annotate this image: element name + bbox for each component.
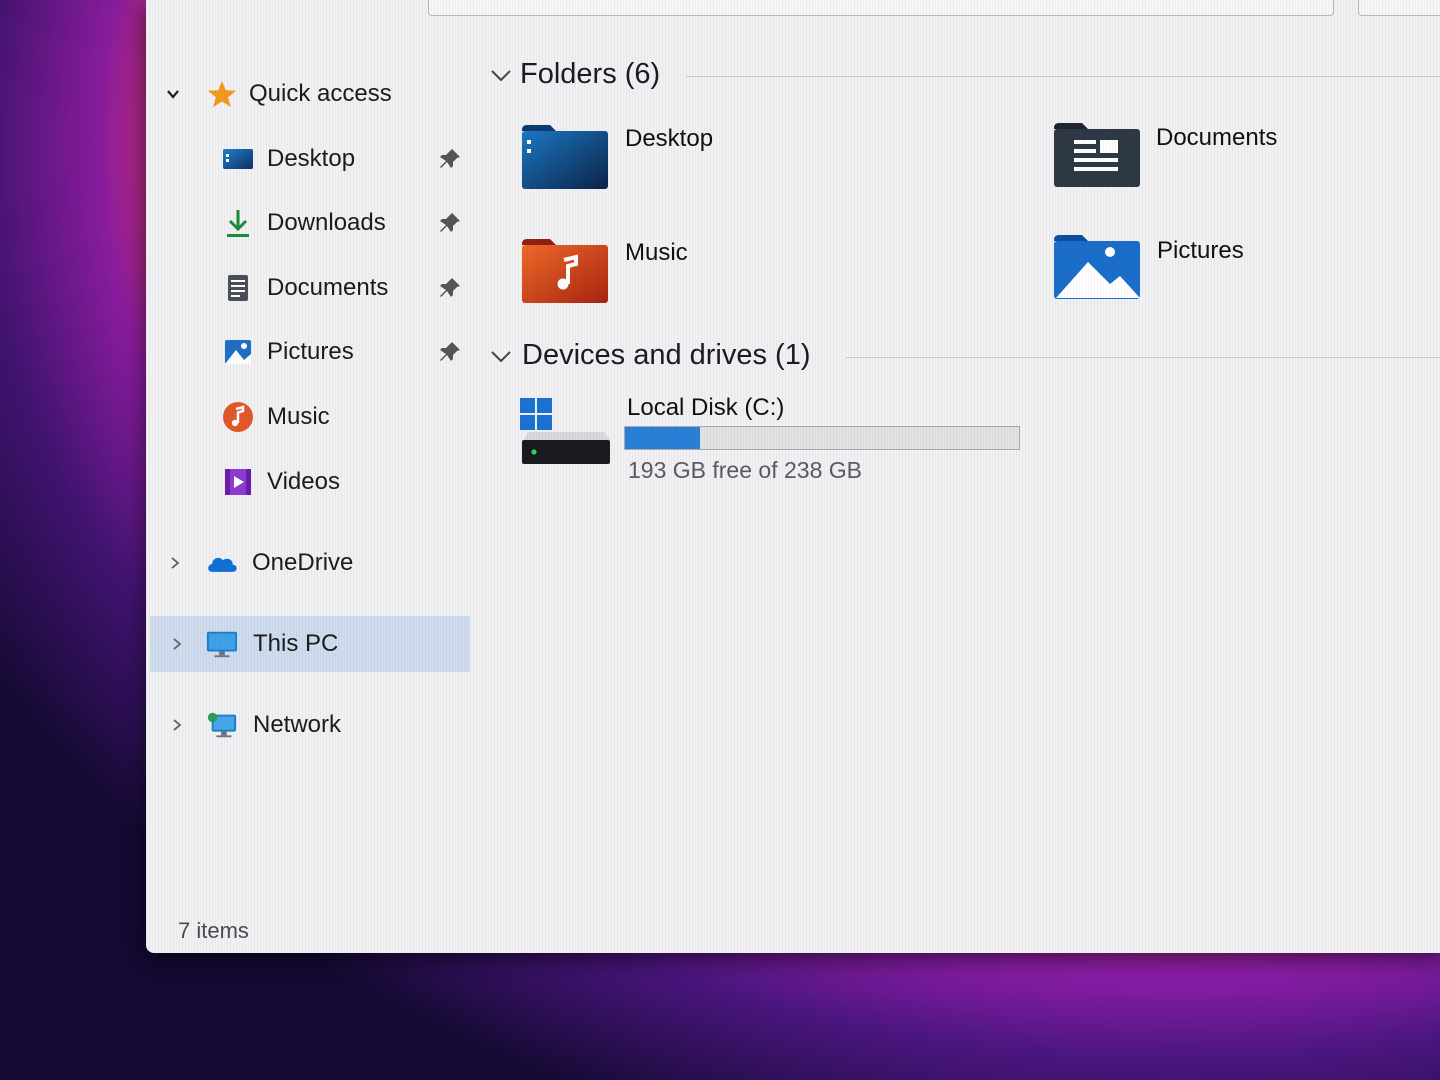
sidebar-item-videos[interactable]: Videos: [146, 458, 470, 506]
section-divider: [846, 357, 1440, 358]
drive-free-space: 193 GB free of 238 GB: [628, 457, 862, 483]
music-folder-icon: [520, 236, 610, 311]
folders-section-header[interactable]: Folders (6): [488, 58, 660, 91]
star-icon: [206, 78, 238, 110]
sidebar-item-label: This PC: [253, 630, 339, 657]
pin-icon[interactable]: [438, 147, 462, 171]
folder-tile-pictures[interactable]: Pictures: [1052, 232, 1432, 304]
sidebar-item-music[interactable]: Music: [146, 393, 470, 441]
chevron-down-icon[interactable]: [166, 87, 180, 101]
folders-header-label: Folders (6): [520, 58, 661, 90]
devices-section-header[interactable]: Devices and drives (1): [488, 339, 811, 372]
folder-name: Desktop: [625, 125, 714, 152]
pictures-icon: [222, 336, 254, 368]
chevron-right-icon[interactable]: [170, 637, 184, 651]
network-icon: [206, 709, 238, 741]
pin-icon[interactable]: [438, 211, 462, 235]
pin-icon[interactable]: [438, 276, 462, 300]
sidebar-item-label: Videos: [267, 468, 340, 495]
download-icon: [222, 207, 254, 239]
sidebar-item-pictures[interactable]: Pictures: [146, 328, 470, 376]
videos-icon: [222, 466, 254, 498]
devices-header-label: Devices and drives (1): [522, 339, 811, 371]
sidebar-item-desktop[interactable]: Desktop: [146, 135, 470, 183]
document-icon: [222, 272, 254, 304]
desktop-folder-icon: [520, 122, 610, 197]
desktop-icon: [222, 143, 254, 175]
documents-folder-icon: [1052, 120, 1142, 195]
section-divider: [686, 76, 1440, 77]
folder-name: Documents: [1156, 124, 1278, 151]
computer-icon: [206, 628, 238, 660]
sidebar-item-this-pc[interactable]: This PC: [150, 616, 470, 672]
folder-tile-music[interactable]: Music: [520, 236, 990, 308]
drive-name: Local Disk (C:): [627, 394, 785, 421]
chevron-down-icon[interactable]: [488, 343, 514, 369]
quick-access-label: Quick access: [249, 80, 392, 107]
nav-quick-access[interactable]: Quick access: [146, 70, 470, 118]
folder-tile-documents[interactable]: Documents: [1052, 120, 1432, 192]
sidebar-item-label: Downloads: [267, 209, 386, 236]
onedrive-cloud-icon: [206, 547, 238, 579]
music-icon: [222, 401, 254, 433]
sidebar-item-label: Desktop: [267, 145, 356, 172]
sidebar-item-network[interactable]: Network: [146, 701, 470, 749]
chevron-right-icon[interactable]: [170, 718, 184, 732]
sidebar-item-label: Music: [267, 403, 330, 430]
sidebar-item-label: Network: [253, 711, 342, 738]
sidebar-item-label: OneDrive: [252, 549, 354, 576]
folder-tile-desktop[interactable]: Desktop: [520, 122, 990, 194]
sidebar-item-onedrive[interactable]: OneDrive: [146, 539, 470, 587]
sidebar-item-label: Documents: [267, 274, 389, 301]
drive-usage-bar: [624, 426, 1020, 450]
pictures-folder-icon: [1052, 232, 1142, 307]
pin-icon[interactable]: [438, 340, 462, 364]
chevron-down-icon[interactable]: [488, 62, 514, 88]
sidebar-item-documents[interactable]: Documents: [146, 264, 470, 312]
file-explorer-window: Quick access Desktop Downloads Documents…: [146, 0, 1440, 953]
chevron-right-icon[interactable]: [168, 556, 182, 570]
sidebar-item-label: Pictures: [267, 338, 354, 365]
drive-usage-fill: [625, 427, 700, 449]
search-box[interactable]: [1358, 0, 1440, 16]
status-item-count: 7 items: [178, 918, 249, 943]
windows-drive-icon: [518, 396, 612, 475]
address-bar[interactable]: [428, 0, 1334, 16]
folder-name: Pictures: [1157, 237, 1244, 264]
sidebar-item-downloads[interactable]: Downloads: [146, 199, 470, 247]
folder-name: Music: [625, 239, 688, 266]
